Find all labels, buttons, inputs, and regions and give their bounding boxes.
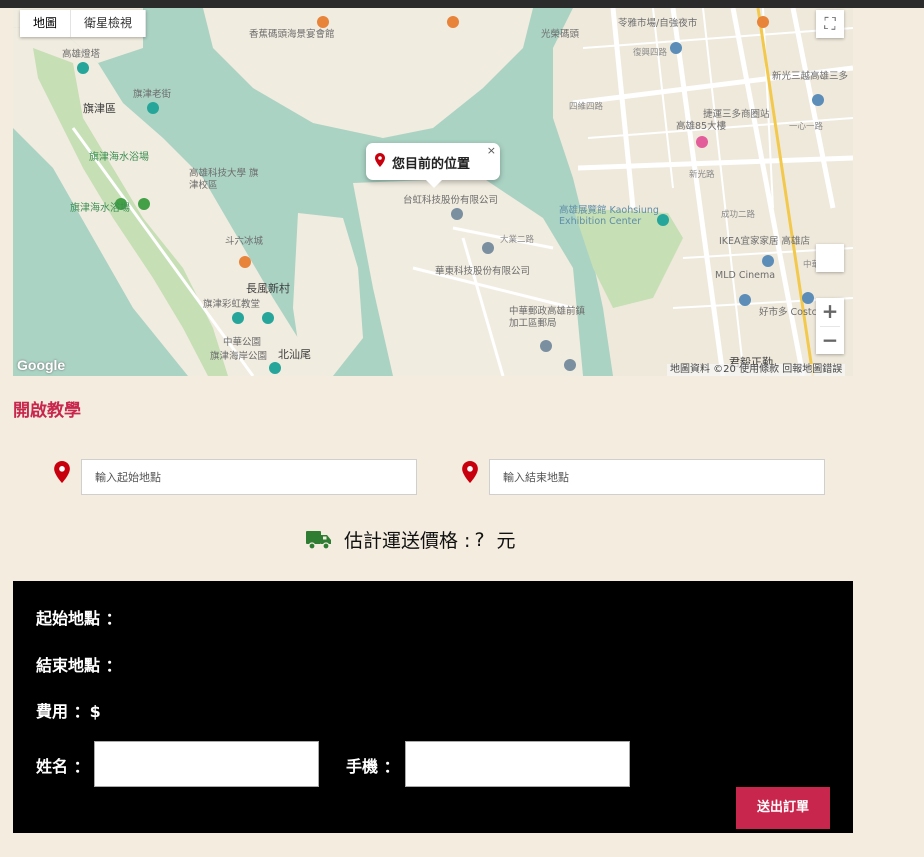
map-label: 大業二路 bbox=[500, 235, 535, 245]
map-label: 成功二路 bbox=[721, 210, 756, 220]
map-label: IKEA宜家家居 高雄店 bbox=[719, 236, 811, 247]
start-location-input[interactable] bbox=[81, 459, 417, 495]
zoom-out-button[interactable]: − bbox=[816, 327, 844, 355]
phone-label: 手機 ： bbox=[346, 757, 400, 776]
phone-input[interactable] bbox=[405, 741, 630, 787]
map-label: 四維四路 bbox=[569, 102, 604, 112]
map-label: 北汕尾 bbox=[278, 348, 311, 361]
current-location-text: 您目前的位置 bbox=[392, 157, 471, 172]
map-label: 長風新村 bbox=[246, 282, 290, 295]
map-type-map-button[interactable]: 地圖 bbox=[20, 10, 72, 37]
open-tutorial-link[interactable]: 開啟教學 bbox=[13, 396, 81, 421]
fee-label: 費用 ：$ bbox=[36, 702, 101, 721]
price-estimate-unit: 元 bbox=[496, 530, 516, 552]
map-label: 旗津海岸公園 bbox=[210, 351, 268, 362]
map-label: 旗津區 bbox=[83, 102, 116, 115]
end-location-input[interactable] bbox=[489, 459, 825, 495]
map-label: 中華公園 bbox=[223, 337, 262, 348]
end-location-label: 結束地點 ： bbox=[36, 656, 122, 675]
fullscreen-icon: ⛶ bbox=[824, 14, 836, 33]
name-label: 姓名 ： bbox=[36, 757, 90, 776]
price-estimate: 估計運送價格 : ? 元 bbox=[306, 526, 516, 553]
map-label: 復興四路 bbox=[633, 48, 668, 58]
map-label: 苓雅市場/自強夜市 bbox=[618, 18, 698, 29]
map-label: 旗津彩虹教堂 bbox=[203, 299, 261, 310]
current-location-infowindow: 您目前的位置 × bbox=[366, 143, 500, 188]
price-estimate-value: ? bbox=[474, 528, 485, 551]
zoom-in-button[interactable]: + bbox=[816, 298, 844, 326]
map-label: 高雄展覽館 Kaohsiung Exhibition Center bbox=[559, 205, 659, 227]
map-label: 新光路 bbox=[689, 170, 715, 180]
street-view-pegman-button[interactable] bbox=[816, 244, 844, 272]
map-label: 華東科技股份有限公司 bbox=[435, 266, 531, 277]
map-label: 台虹科技股份有限公司 bbox=[403, 195, 499, 206]
map-label: 光榮碼頭 bbox=[541, 29, 580, 40]
map-label: 新光三越高雄三多 bbox=[772, 71, 849, 82]
map-label: 旗津海水浴場 bbox=[70, 203, 130, 214]
map-label: 高雄科技大學 旗津校區 bbox=[189, 168, 259, 191]
map-label: 高雄燈塔 bbox=[62, 49, 101, 60]
map-label: 好市多 Costco bbox=[759, 307, 823, 318]
google-logo[interactable]: Google bbox=[17, 357, 65, 373]
infowindow-close-icon[interactable]: × bbox=[487, 144, 496, 157]
map-label: 旗津老街 bbox=[133, 89, 172, 100]
map-attribution[interactable]: 地圖資料 ©20 使用條款 回報地圖錯誤 bbox=[667, 364, 846, 376]
map-label: 高雄85大樓 bbox=[676, 121, 727, 132]
map-type-control: 地圖 衛星檢視 bbox=[20, 10, 147, 37]
map-label: MLD Cinema bbox=[715, 270, 776, 281]
price-estimate-label: 估計運送價格 : bbox=[344, 530, 471, 552]
fullscreen-button[interactable]: ⛶ bbox=[816, 10, 844, 38]
map-label: 一心一路 bbox=[789, 122, 824, 132]
name-input[interactable] bbox=[94, 741, 319, 787]
start-location-label: 起始地點 ： bbox=[36, 609, 122, 628]
submit-order-button[interactable]: 送出訂單 bbox=[736, 787, 830, 829]
map-label: 旗津海水浴場 bbox=[89, 152, 149, 163]
map-label: 中華郵政高雄前鎮加工區郵局 bbox=[509, 306, 586, 329]
end-location-pin-icon bbox=[462, 461, 478, 483]
map-label: 斗六冰城 bbox=[225, 236, 264, 247]
map-label: 香蕉碼頭海景宴會館 bbox=[249, 29, 335, 40]
location-pin-icon bbox=[375, 153, 385, 167]
order-panel: 起始地點 ： 結束地點 ： 費用 ：$ 姓名 ： 手機 ： 送出訂單 bbox=[13, 581, 853, 833]
browser-top-bar bbox=[0, 0, 924, 8]
start-location-pin-icon bbox=[54, 461, 70, 483]
map-type-satellite-button[interactable]: 衛星檢視 bbox=[71, 10, 147, 37]
zoom-control: + − bbox=[816, 298, 844, 354]
map-canvas[interactable]: 高雄燈塔 旗津老街 旗津區 旗津海水浴場 旗津海水浴場 高雄科技大學 旗津校區 … bbox=[13, 8, 853, 376]
truck-icon bbox=[306, 530, 331, 550]
